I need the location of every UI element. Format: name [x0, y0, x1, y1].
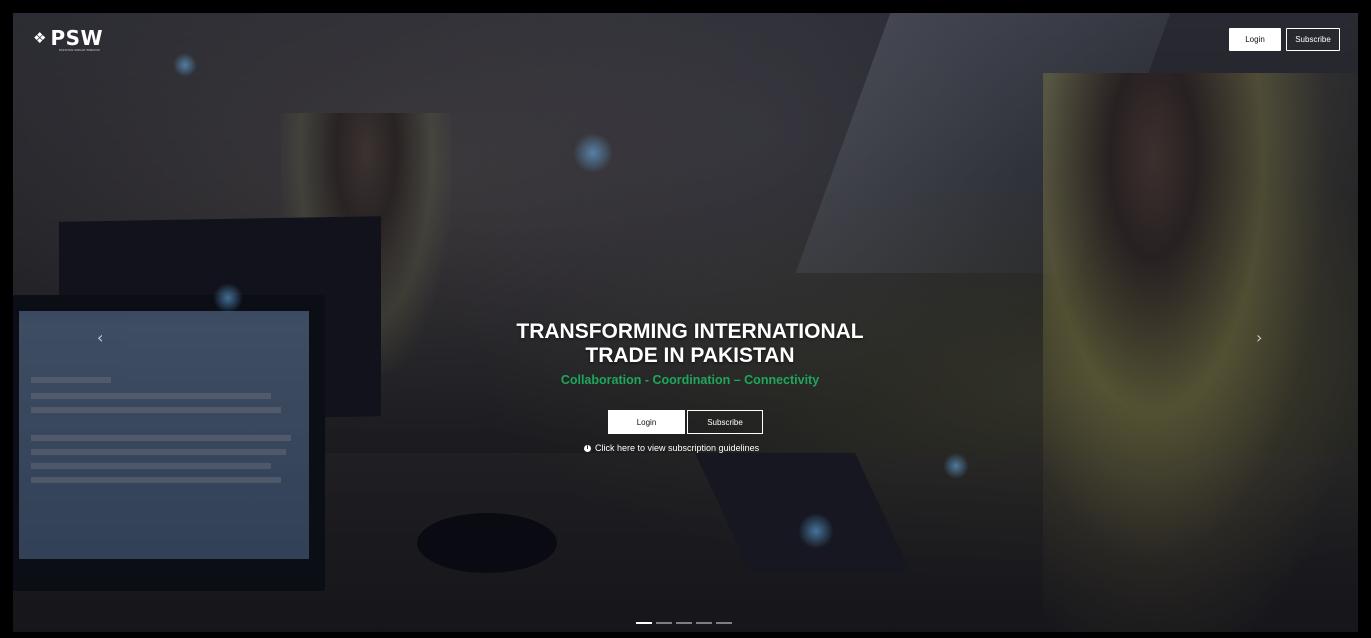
subscription-guidelines-label: Click here to view subscription guidelin… — [595, 443, 760, 453]
carousel-prev-button[interactable]: ‹ — [97, 330, 109, 346]
hero-headline: TRANSFORMING INTERNATIONAL TRADE IN PAKI… — [440, 320, 940, 368]
header-subscribe-button[interactable]: Subscribe — [1286, 28, 1340, 51]
network-node — [173, 53, 197, 77]
hero-headline-line1: TRANSFORMING INTERNATIONAL — [516, 320, 864, 343]
psw-logo-icon: ❖ — [33, 28, 47, 47]
header-login-button[interactable]: Login — [1229, 28, 1281, 51]
carousel-indicators — [636, 622, 732, 624]
chevron-left-icon: ‹ — [97, 328, 104, 347]
chevron-right-icon: › — [1256, 328, 1263, 347]
psw-logo[interactable]: ❖ PSW PAKISTAN SINGLE WINDOW — [33, 26, 104, 52]
hero-tagline: Collaboration - Coordination – Connectiv… — [560, 373, 820, 387]
logo-tagline: PAKISTAN SINGLE WINDOW — [59, 48, 100, 52]
network-node — [943, 453, 969, 479]
carousel-next-button[interactable]: › — [1256, 330, 1268, 346]
carousel-indicator[interactable] — [696, 622, 712, 624]
info-icon: i — [584, 444, 591, 452]
hero-headline-line2: TRADE IN PAKISTAN — [585, 344, 795, 367]
network-node — [213, 283, 243, 313]
carousel-indicator[interactable] — [636, 622, 652, 624]
logo-text: PSW — [50, 26, 104, 50]
network-node — [798, 513, 834, 549]
carousel-indicator[interactable] — [656, 622, 672, 624]
carousel-indicator[interactable] — [676, 622, 692, 624]
network-node — [573, 133, 613, 173]
hero-login-button[interactable]: Login — [608, 410, 685, 434]
hero-subscribe-button[interactable]: Subscribe — [687, 410, 763, 434]
carousel-indicator[interactable] — [716, 622, 732, 624]
subscription-guidelines-link[interactable]: i Click here to view subscription guidel… — [584, 443, 759, 453]
